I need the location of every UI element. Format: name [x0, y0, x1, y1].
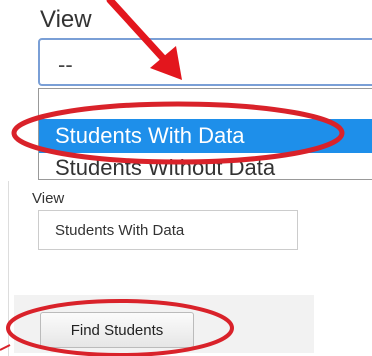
- view-select-value: --: [58, 52, 73, 77]
- view-label: View: [40, 6, 92, 33]
- option-students-without-data[interactable]: Students Without Data: [39, 151, 372, 185]
- view-select[interactable]: --: [38, 38, 372, 86]
- view-dropdown-list: Students With Data Students Without Data: [38, 88, 372, 180]
- view-select-filled[interactable]: Students With Data: [38, 210, 298, 250]
- view-dropdown-panel: View -- Students With Data Students With…: [0, 0, 372, 181]
- view-select-filled-value: Students With Data: [55, 222, 185, 239]
- option-students-with-data[interactable]: Students With Data: [39, 119, 372, 153]
- view-filter-panel: View Students With Data Find Students: [0, 181, 372, 356]
- view-label-small: View: [32, 190, 65, 207]
- find-students-button[interactable]: Find Students: [40, 312, 194, 348]
- panel-divider: [8, 181, 9, 356]
